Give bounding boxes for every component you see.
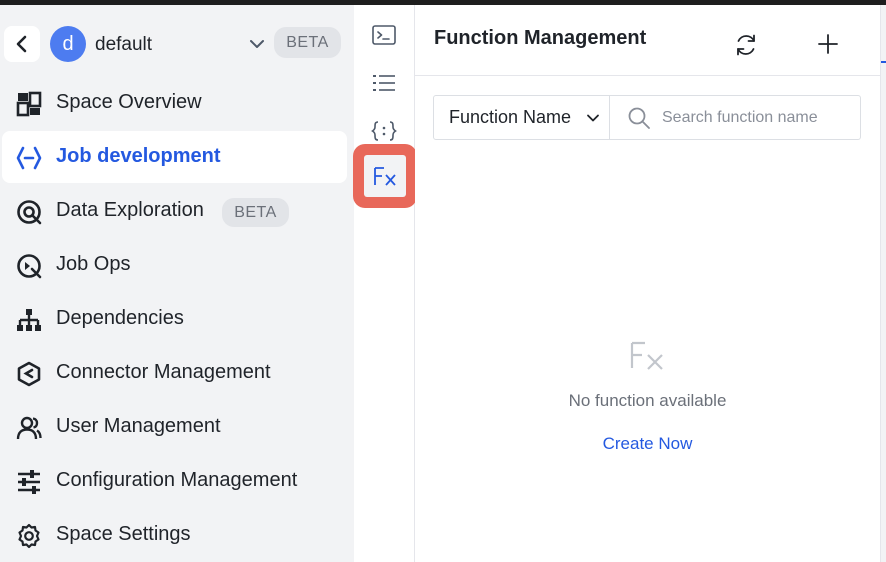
rail-list-button[interactable]: [369, 68, 399, 98]
code-icon: [16, 146, 42, 170]
beta-badge: BETA: [274, 27, 341, 58]
panel-title: Function Management: [434, 27, 647, 49]
function-fx-icon: [374, 167, 396, 186]
function-management-panel: Function Management Function Name No fun…: [415, 5, 880, 562]
search-icon: [628, 107, 650, 129]
filter-field-select[interactable]: Function Name: [434, 96, 610, 139]
rail-variables-button[interactable]: [369, 116, 399, 146]
nav-label: Data Exploration: [56, 199, 204, 221]
chevron-down-icon[interactable]: [247, 35, 267, 53]
rail-function-button[interactable]: [364, 155, 406, 197]
right-panel-edge: [880, 5, 886, 562]
nav-label: Configuration Management: [56, 469, 298, 491]
nav-item-connector-management[interactable]: Connector Management: [2, 347, 347, 399]
add-icon[interactable]: [815, 31, 841, 57]
json-braces-icon: [371, 121, 397, 141]
grid-icon: [16, 91, 42, 117]
empty-state-text: No function available: [568, 391, 727, 410]
nav-label: Dependencies: [56, 307, 184, 329]
nav-label: Connector Management: [56, 361, 271, 383]
nav-item-job-ops[interactable]: Job Ops: [2, 239, 347, 291]
active-tab-indicator: [881, 61, 886, 63]
refresh-icon[interactable]: [733, 32, 759, 58]
hexagon-icon: [17, 361, 41, 387]
at-search-icon: [17, 200, 42, 225]
nav-item-space-overview[interactable]: Space Overview: [2, 77, 347, 129]
nav-item-data-exploration[interactable]: Data Exploration BETA: [2, 185, 347, 237]
ops-icon: [17, 254, 42, 279]
sidebar: d default BETA Space Overview Job develo…: [0, 5, 354, 562]
chevron-down-icon: [587, 114, 599, 122]
space-name[interactable]: default: [95, 34, 152, 56]
nav-item-space-settings[interactable]: Space Settings: [2, 509, 347, 561]
rail-terminal-button[interactable]: [369, 20, 399, 50]
users-icon: [16, 416, 42, 440]
header-divider: [415, 75, 880, 76]
nav-item-configuration-management[interactable]: Configuration Management: [2, 455, 347, 507]
sliders-icon: [18, 470, 40, 494]
nav-label: Space Overview: [56, 91, 202, 113]
list-icon: [373, 75, 395, 91]
gear-icon: [18, 523, 40, 549]
rail-function-highlight: [353, 144, 417, 208]
tool-rail: [353, 5, 417, 562]
back-button[interactable]: [4, 26, 40, 62]
nav-item-user-management[interactable]: User Management: [2, 401, 347, 453]
search-input[interactable]: [662, 102, 856, 133]
filter-select-value: Function Name: [449, 107, 572, 127]
chevron-left-icon: [16, 35, 27, 53]
hierarchy-icon: [17, 309, 41, 331]
nav-item-job-development[interactable]: Job development: [2, 131, 347, 183]
nav-label: Job development: [56, 145, 221, 167]
nav-label: User Management: [56, 415, 221, 437]
nav-label: Space Settings: [56, 523, 191, 545]
space-selector: d default BETA: [0, 23, 354, 63]
beta-badge: BETA: [222, 198, 289, 227]
nav-label: Job Ops: [56, 253, 131, 275]
space-avatar: d: [50, 26, 86, 62]
filter-bar: Function Name: [433, 95, 861, 140]
nav-item-dependencies[interactable]: Dependencies: [2, 293, 347, 345]
create-now-link[interactable]: Create Now: [415, 434, 880, 454]
empty-function-icon: [630, 341, 663, 370]
terminal-icon: [372, 25, 396, 45]
